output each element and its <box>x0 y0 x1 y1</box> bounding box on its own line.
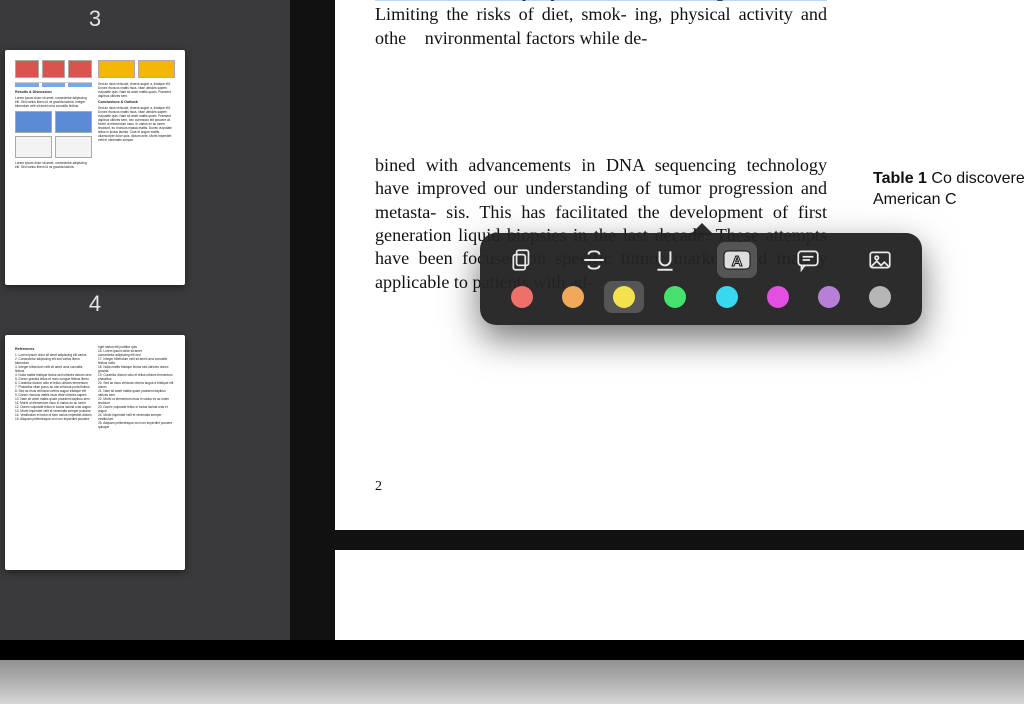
color-green[interactable] <box>655 281 695 313</box>
color-dot-icon <box>511 286 533 308</box>
device-frame: 3 Results & Discussion Lorem ipsum dolor… <box>0 0 1024 660</box>
thumbnail-sidebar[interactable]: 3 Results & Discussion Lorem ipsum dolor… <box>0 0 290 640</box>
note-icon <box>795 247 821 273</box>
image-action[interactable] <box>860 242 900 278</box>
color-dot-icon <box>562 286 584 308</box>
strikethrough-action[interactable] <box>574 242 614 278</box>
page-number: 2 <box>375 478 382 496</box>
color-orange[interactable] <box>553 281 593 313</box>
color-dot-icon <box>716 286 738 308</box>
strikethrough-icon <box>581 247 607 273</box>
color-gray[interactable] <box>860 281 900 313</box>
annotation-popover: A <box>480 233 922 325</box>
color-yellow[interactable] <box>604 281 644 313</box>
underline-action[interactable] <box>645 242 685 278</box>
color-magenta[interactable] <box>758 281 798 313</box>
highlight-action[interactable]: A <box>717 242 757 278</box>
image-icon <box>867 247 893 273</box>
note-action[interactable] <box>788 242 828 278</box>
svg-text:A: A <box>731 253 742 270</box>
selected-text[interactable]: Increased efforts towards early detectio… <box>375 0 827 1</box>
copy-action[interactable] <box>502 242 542 278</box>
color-cyan[interactable] <box>707 281 747 313</box>
body-text: nvironmental factors while de- <box>425 28 648 48</box>
page-thumbnail-3[interactable]: Results & Discussion Lorem ipsum dolor s… <box>5 50 185 285</box>
page-number-label: 4 <box>89 291 101 317</box>
popover-actions-row: A <box>502 241 900 278</box>
color-dot-icon <box>869 286 891 308</box>
next-document-page[interactable] <box>335 550 1024 640</box>
copy-icon <box>509 247 535 273</box>
highlight-icon: A <box>722 247 752 273</box>
color-dot-icon <box>664 286 686 308</box>
table-caption: Table 1 Co discovered American C <box>873 169 1024 210</box>
color-purple[interactable] <box>809 281 849 313</box>
color-red[interactable] <box>502 281 542 313</box>
color-dot-icon <box>818 286 840 308</box>
underline-icon <box>652 247 678 273</box>
page-number-label: 3 <box>89 6 101 32</box>
color-dot-icon <box>767 286 789 308</box>
color-dot-icon <box>613 286 635 308</box>
popover-colors-row <box>502 278 900 315</box>
page-thumbnail-4[interactable]: References 1. Lorem ipsum dolor sit amet… <box>5 335 185 570</box>
